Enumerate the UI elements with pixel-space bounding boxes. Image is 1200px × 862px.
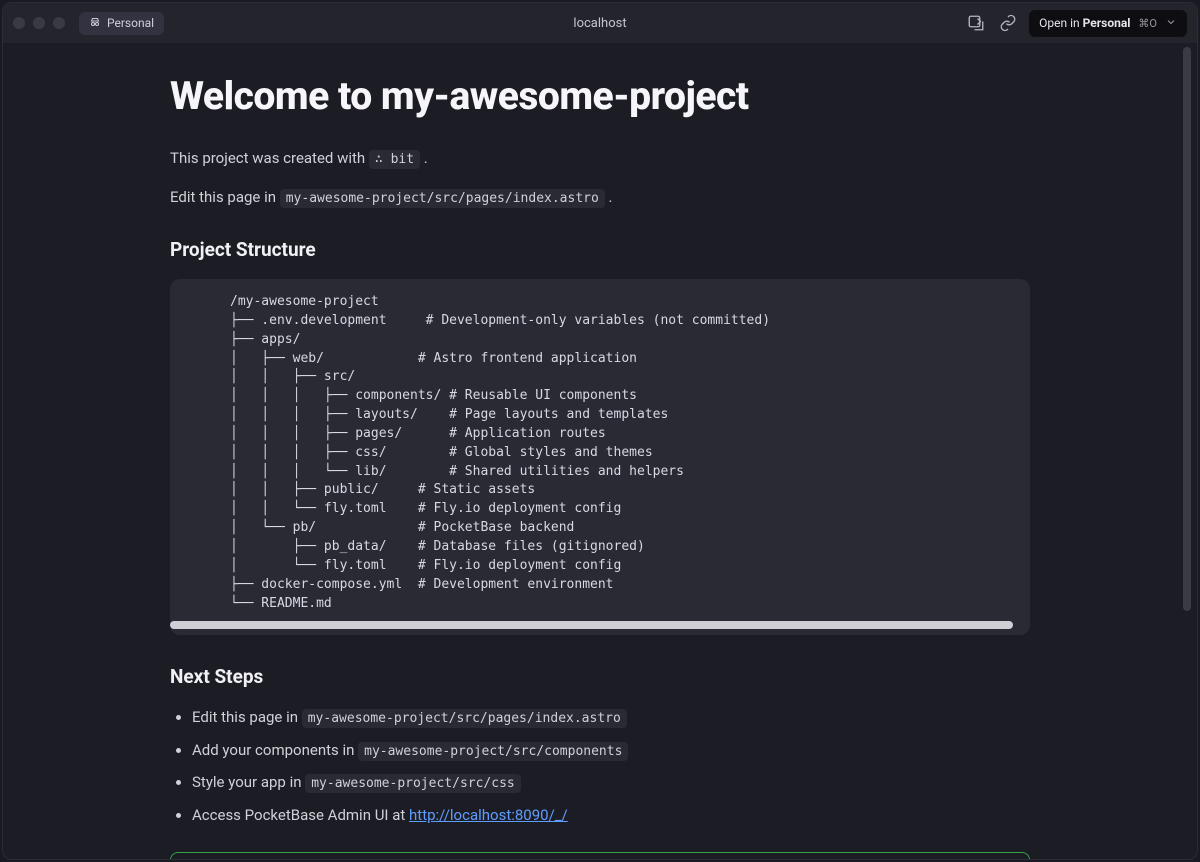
shortcut-label: ⌘O [1138, 17, 1157, 30]
profile-label: Personal [107, 16, 154, 30]
titlebar-right: Open in Personal ⌘O [965, 10, 1187, 37]
pocketbase-admin-link[interactable]: http://localhost:8090/_/ [409, 806, 568, 824]
inline-code: my-awesome-project/src/css [305, 774, 521, 793]
page-title: Welcome to my-awesome-project [170, 73, 1030, 119]
incognito-icon [89, 16, 101, 31]
enter-icon[interactable] [965, 12, 987, 34]
list-item: Access PocketBase Admin UI at http://loc… [192, 804, 1030, 827]
codeblock-scrollbar-thumb[interactable] [170, 621, 1013, 629]
traffic-lights [13, 17, 65, 29]
address-bar-url[interactable]: localhost [573, 16, 626, 31]
chevron-down-icon[interactable] [1165, 16, 1177, 31]
minimize-window-button[interactable] [33, 17, 45, 29]
inline-code: my-awesome-project/src/pages/index.astro [280, 189, 605, 208]
connection-status-box: HTTP 200 ∴ Successfully connected to Poc… [170, 852, 1030, 859]
vertical-scrollbar[interactable] [1183, 47, 1191, 853]
intro-paragraph: This project was created with ∴ bit . [170, 147, 1030, 170]
vertical-scrollbar-thumb[interactable] [1183, 47, 1191, 611]
content-scroll-area[interactable]: Welcome to my-awesome-project This proje… [3, 43, 1197, 859]
list-item: Style your app in my-awesome-project/src… [192, 771, 1030, 794]
profile-pill[interactable]: Personal [79, 12, 164, 35]
codeblock-scrollbar[interactable] [170, 619, 1030, 631]
inline-code: my-awesome-project/src/pages/index.astro [302, 709, 627, 728]
structure-heading: Project Structure [170, 238, 1030, 261]
open-in-label: Open in Personal [1039, 16, 1130, 30]
titlebar: Personal localhost Open in Personal ⌘O [3, 3, 1197, 43]
open-in-personal-button[interactable]: Open in Personal ⌘O [1029, 10, 1187, 37]
project-tree-codeblock: /my-awesome-project ├── .env.development… [170, 279, 1030, 635]
list-item: Add your components in my-awesome-projec… [192, 739, 1030, 762]
inline-code: ∴ bit [369, 150, 420, 169]
inline-code: my-awesome-project/src/components [358, 742, 628, 761]
next-steps-list: Edit this page in my-awesome-project/src… [170, 706, 1030, 826]
project-tree: /my-awesome-project ├── .env.development… [170, 293, 1030, 613]
list-item: Edit this page in my-awesome-project/src… [192, 706, 1030, 729]
link-icon[interactable] [997, 12, 1019, 34]
maximize-window-button[interactable] [53, 17, 65, 29]
page-content: Welcome to my-awesome-project This proje… [170, 43, 1030, 859]
edit-paragraph: Edit this page in my-awesome-project/src… [170, 186, 1030, 209]
close-window-button[interactable] [13, 17, 25, 29]
browser-window: Personal localhost Open in Personal ⌘O W… [2, 2, 1198, 860]
next-steps-heading: Next Steps [170, 665, 1030, 688]
